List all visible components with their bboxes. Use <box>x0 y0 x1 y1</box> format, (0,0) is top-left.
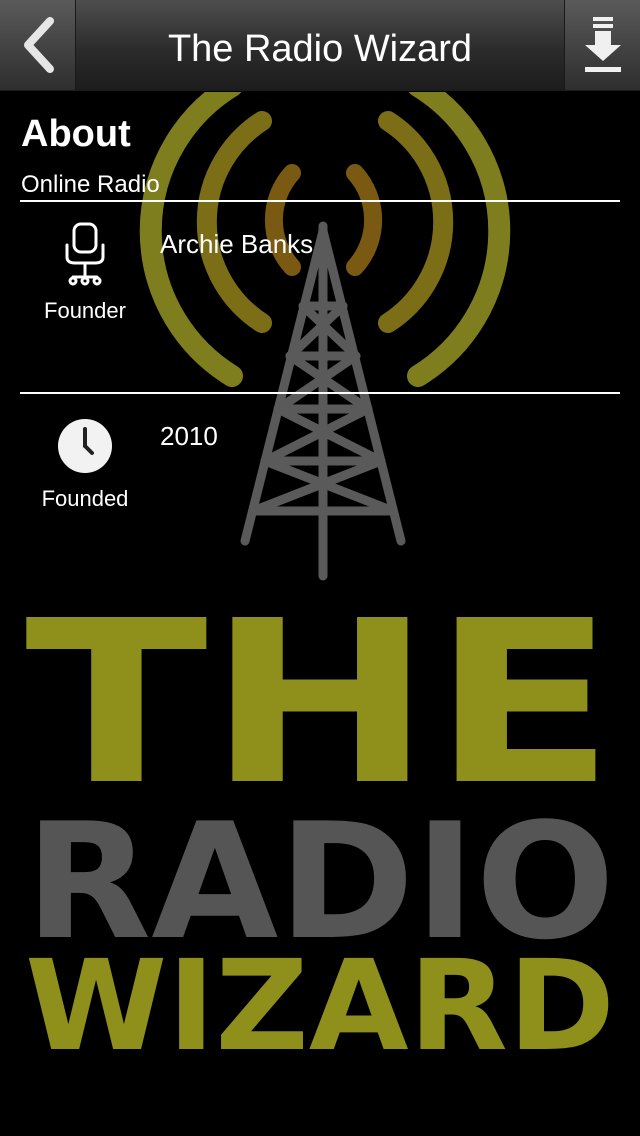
download-button[interactable] <box>564 0 640 90</box>
back-button[interactable] <box>0 0 76 90</box>
section-subtitle: Online Radio <box>21 171 160 198</box>
office-chair-icon <box>65 222 105 286</box>
section-title: About <box>21 113 131 155</box>
download-icon <box>584 17 621 72</box>
chevron-left-icon <box>23 17 54 73</box>
founder-value: Archie Banks <box>160 229 314 259</box>
clock-icon <box>58 419 112 473</box>
navigation-bar: The Radio Wizard <box>0 0 640 92</box>
divider <box>20 200 620 202</box>
founder-label: Founder <box>44 298 126 323</box>
divider <box>20 392 620 394</box>
founded-value: 2010 <box>160 421 218 451</box>
logo-word-wizard: WIZARD <box>25 934 615 1079</box>
founded-row-icon: Founded <box>20 417 150 512</box>
founded-label: Founded <box>41 486 129 511</box>
page-title: The Radio Wizard <box>167 28 473 70</box>
founder-row-icon: Founder <box>20 221 150 324</box>
